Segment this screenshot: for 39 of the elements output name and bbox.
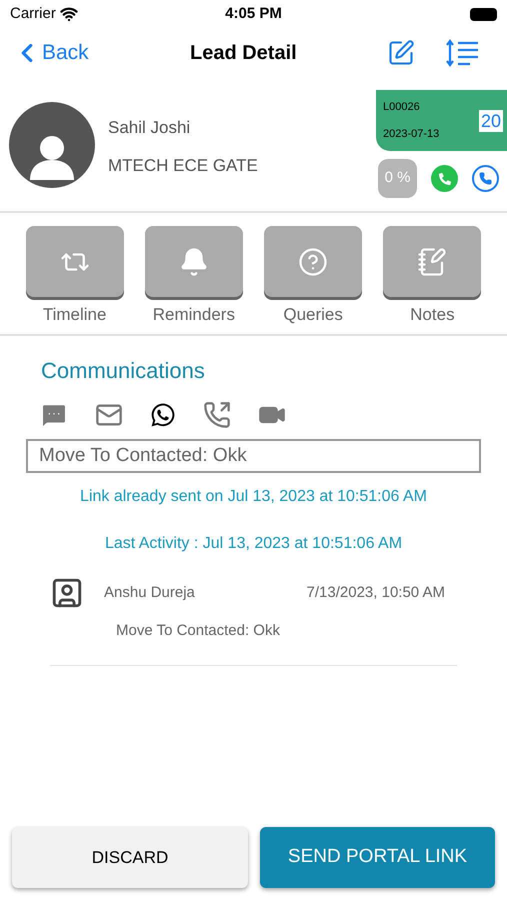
notes-button[interactable] bbox=[383, 226, 482, 297]
screen-title: Lead Detail bbox=[190, 41, 297, 66]
battery-icon bbox=[470, 8, 497, 20]
action-label: Notes bbox=[410, 304, 455, 326]
lead-course: MTECH ECE GATE bbox=[108, 154, 258, 176]
last-activity: Last Activity : Jul 13, 2023 at 10:51:06 AM bbox=[104, 534, 402, 554]
whatsapp-icon[interactable] bbox=[150, 402, 176, 428]
link-status: Link already sent on Jul 13, 2023 at 10:51:06 AM bbox=[80, 487, 427, 507]
timeline-button[interactable] bbox=[26, 226, 124, 297]
send-portal-link-button[interactable]: SEND PORTAL LINK bbox=[260, 827, 495, 888]
help-icon bbox=[298, 246, 328, 276]
back-button[interactable]: Back bbox=[12, 37, 89, 69]
entry-author: Anshu Dureja bbox=[104, 582, 195, 603]
user-icon bbox=[50, 576, 84, 610]
outgoing-call-icon[interactable] bbox=[203, 401, 231, 429]
note-icon bbox=[417, 246, 448, 276]
carrier-label: Carrier bbox=[10, 4, 56, 24]
action-label: Reminders bbox=[152, 304, 235, 326]
sort-icon[interactable] bbox=[445, 39, 481, 67]
clock: 4:05 PM bbox=[225, 4, 282, 24]
progress-badge: 0 % bbox=[378, 159, 417, 198]
wifi-icon bbox=[60, 5, 78, 23]
queries-button[interactable] bbox=[264, 226, 362, 297]
lead-count: 20 bbox=[478, 110, 503, 132]
reminders-button[interactable] bbox=[144, 226, 243, 297]
call-icon[interactable] bbox=[431, 165, 458, 192]
entry-text: Move To Contacted: Okk bbox=[116, 621, 281, 641]
action-label: Queries bbox=[283, 304, 343, 326]
discard-button[interactable]: DISCARD bbox=[12, 827, 248, 888]
bell-icon bbox=[178, 246, 209, 276]
entry-time: 7/13/2023, 10:50 AM bbox=[306, 582, 445, 603]
edit-icon[interactable] bbox=[387, 39, 415, 67]
lead-date: 2023-07-13 bbox=[383, 126, 440, 142]
message-field[interactable]: Move To Contacted: Okk bbox=[26, 439, 481, 473]
lead-name: Sahil Joshi bbox=[108, 117, 192, 139]
phone-icon[interactable] bbox=[472, 165, 499, 192]
section-title: Communications bbox=[41, 357, 206, 385]
action-label: Timeline bbox=[42, 304, 106, 326]
lead-code: L00026 bbox=[383, 100, 421, 115]
